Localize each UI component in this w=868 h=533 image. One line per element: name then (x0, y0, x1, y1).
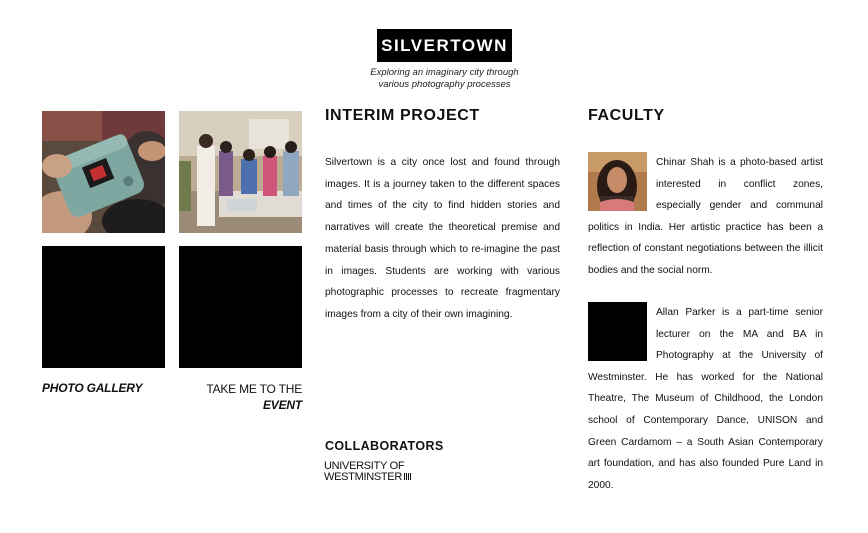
chinar-shah-photo (588, 152, 647, 212)
silvertown-logo[interactable]: SILVERTOWN (377, 29, 512, 62)
tagline-line-2: various photography processes (378, 79, 511, 90)
event-link-line-2: EVENT (262, 398, 302, 412)
black-tile-1[interactable] (42, 246, 165, 368)
university-logo-line-2-text: WESTMINSTER (324, 471, 402, 483)
event-link[interactable]: TAKE ME TO THE EVENT (180, 381, 302, 413)
university-logo-line-2: WESTMINSTER (324, 472, 411, 483)
university-of-westminster-logo[interactable]: UNIVERSITY OF WESTMINSTER (324, 461, 411, 483)
allan-parker-avatar (588, 302, 647, 361)
faculty-member-chinar: Chinar Shah is a photo-based artist inte… (588, 152, 823, 282)
tagline: Exploring an imaginary city through vari… (340, 67, 549, 91)
faculty-heading: FACULTY (588, 107, 665, 124)
camera-photo-image (42, 111, 165, 233)
interim-project-text: Silvertown is a city once lost and found… (325, 157, 560, 320)
photo-gallery-link[interactable]: PHOTO GALLERY (42, 381, 143, 395)
event-link-line-1: TAKE ME TO THE (206, 382, 302, 396)
interim-project-heading: INTERIM PROJECT (325, 107, 480, 124)
collaborators-heading: COLLABORATORS (325, 439, 444, 453)
tagline-line-1: Exploring an imaginary city through (370, 67, 519, 78)
black-tile-2[interactable] (179, 246, 302, 368)
faculty-member-allan: Allan Parker is a part-time senior lectu… (588, 302, 823, 496)
camera-photo-tile[interactable] (42, 111, 165, 233)
crest-icon (403, 473, 411, 480)
workshop-photo-image (179, 111, 302, 233)
chinar-shah-avatar (588, 152, 647, 212)
workshop-photo-tile[interactable] (179, 111, 302, 233)
